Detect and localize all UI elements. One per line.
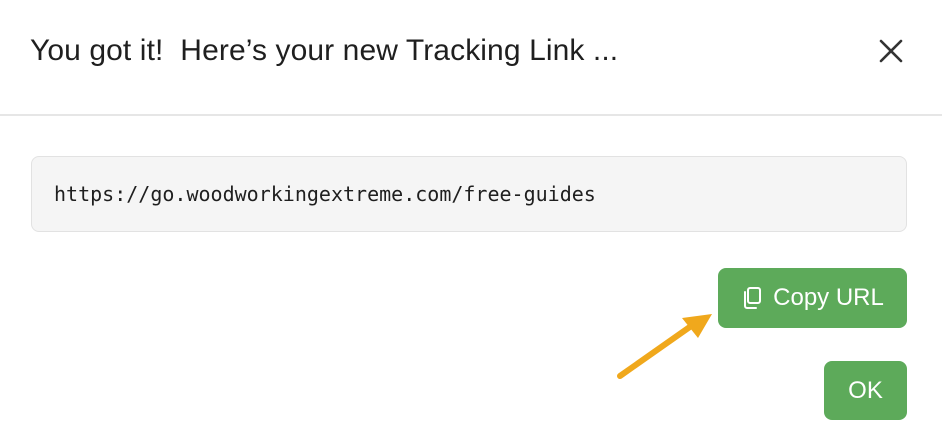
dialog-title: You got it! Here’s your new Tracking Lin…	[30, 34, 619, 67]
annotation-arrow	[617, 314, 712, 379]
dialog-header: You got it! Here’s your new Tracking Lin…	[0, 0, 942, 116]
tracking-url-text: https://go.woodworkingextreme.com/free-g…	[54, 182, 596, 206]
close-x-icon	[879, 39, 903, 63]
close-button[interactable]	[872, 32, 910, 70]
ok-label: OK	[848, 376, 883, 404]
tracking-url-field[interactable]: https://go.woodworkingextreme.com/free-g…	[31, 156, 907, 232]
copy-url-button[interactable]: Copy URL	[718, 268, 907, 328]
tracking-link-dialog: You got it! Here’s your new Tracking Lin…	[0, 0, 942, 448]
copy-icon	[741, 286, 763, 310]
copy-url-label: Copy URL	[773, 284, 884, 311]
ok-button[interactable]: OK	[824, 361, 907, 420]
